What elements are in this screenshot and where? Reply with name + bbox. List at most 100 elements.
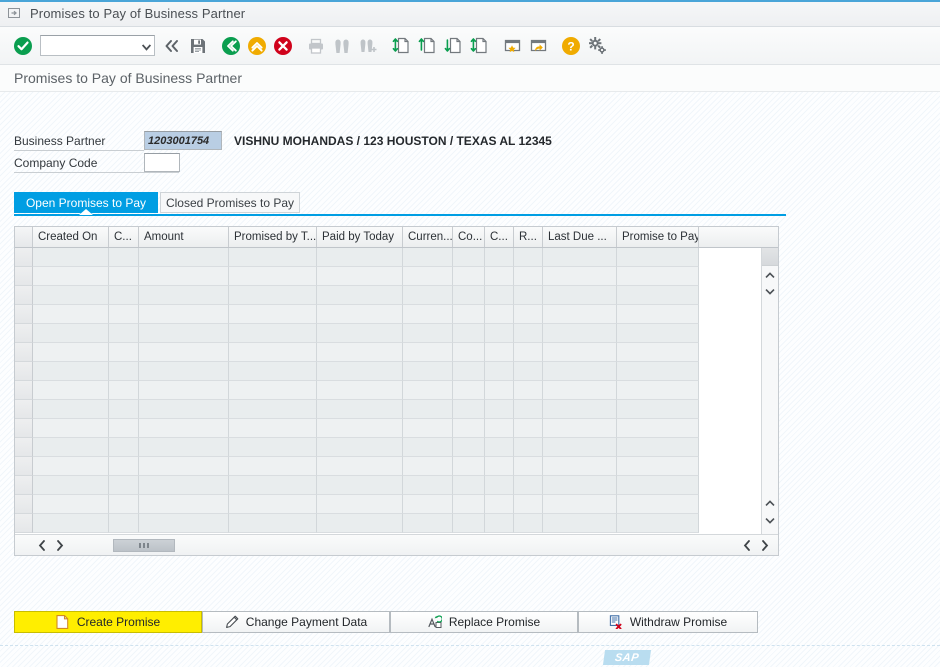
table-cell[interactable]: [229, 419, 317, 438]
table-cell[interactable]: [33, 248, 109, 267]
create-promise-button[interactable]: Create Promise: [14, 611, 202, 633]
back-arrows-icon[interactable]: [159, 33, 185, 59]
table-cell[interactable]: [485, 419, 514, 438]
table-cell[interactable]: [33, 419, 109, 438]
row-selector-cell[interactable]: [15, 305, 33, 324]
table-cell[interactable]: [109, 514, 139, 533]
table-cell[interactable]: [229, 286, 317, 305]
table-cell[interactable]: [229, 476, 317, 495]
table-row[interactable]: [15, 305, 778, 324]
table-cell[interactable]: [317, 476, 403, 495]
help-icon[interactable]: ?: [558, 33, 584, 59]
withdraw-promise-button[interactable]: Withdraw Promise: [578, 611, 758, 633]
table-cell[interactable]: [543, 457, 617, 476]
column-header-last-due[interactable]: Last Due ...: [543, 227, 617, 247]
table-cell[interactable]: [514, 514, 543, 533]
table-cell[interactable]: [485, 343, 514, 362]
horizontal-scrollbar-track[interactable]: [71, 538, 736, 552]
table-cell[interactable]: [403, 400, 453, 419]
table-cell[interactable]: [33, 362, 109, 381]
table-cell[interactable]: [139, 248, 229, 267]
table-cell[interactable]: [139, 305, 229, 324]
command-input[interactable]: [40, 35, 155, 56]
table-cell[interactable]: [317, 305, 403, 324]
table-cell[interactable]: [109, 324, 139, 343]
row-selector-cell[interactable]: [15, 343, 33, 362]
enter-check-icon[interactable]: [10, 33, 36, 59]
table-cell[interactable]: [403, 286, 453, 305]
table-cell[interactable]: [109, 438, 139, 457]
table-cell[interactable]: [617, 286, 699, 305]
column-header-paid-by-today[interactable]: Paid by Today: [317, 227, 403, 247]
table-cell[interactable]: [229, 457, 317, 476]
table-cell[interactable]: [453, 305, 485, 324]
horizontal-scrollbar-thumb[interactable]: [113, 538, 175, 552]
table-cell[interactable]: [109, 286, 139, 305]
table-row[interactable]: [15, 343, 778, 362]
table-cell[interactable]: [453, 324, 485, 343]
customize-local-layout-icon[interactable]: [584, 33, 610, 59]
chevron-right-icon-end[interactable]: [756, 537, 774, 554]
table-horizontal-scrollbar[interactable]: [15, 534, 778, 555]
table-cell[interactable]: [514, 362, 543, 381]
table-cell[interactable]: [33, 286, 109, 305]
table-cell[interactable]: [514, 495, 543, 514]
table-cell[interactable]: [33, 305, 109, 324]
row-selector-cell[interactable]: [15, 267, 33, 286]
table-cell[interactable]: [109, 267, 139, 286]
table-cell[interactable]: [485, 324, 514, 343]
table-cell[interactable]: [139, 419, 229, 438]
create-session-icon[interactable]: [499, 33, 525, 59]
table-cell[interactable]: [33, 381, 109, 400]
table-row[interactable]: [15, 438, 778, 457]
table-cell[interactable]: [514, 343, 543, 362]
table-cell[interactable]: [109, 343, 139, 362]
table-cell[interactable]: [317, 248, 403, 267]
row-selector-cell[interactable]: [15, 248, 33, 267]
table-cell[interactable]: [229, 400, 317, 419]
table-cell[interactable]: [229, 343, 317, 362]
row-selector-cell[interactable]: [15, 419, 33, 438]
table-cell[interactable]: [453, 267, 485, 286]
back-green-icon[interactable]: [218, 33, 244, 59]
table-cell[interactable]: [617, 457, 699, 476]
column-header-amount[interactable]: Amount: [139, 227, 229, 247]
row-selector-cell[interactable]: [15, 324, 33, 343]
table-cell[interactable]: [485, 267, 514, 286]
table-row[interactable]: [15, 400, 778, 419]
column-header-promised-by-today[interactable]: Promised by T...: [229, 227, 317, 247]
row-selector-cell[interactable]: [15, 476, 33, 495]
table-cell[interactable]: [109, 495, 139, 514]
chevron-up-icon[interactable]: [762, 268, 778, 283]
table-cell[interactable]: [617, 495, 699, 514]
table-cell[interactable]: [229, 381, 317, 400]
row-selector-cell[interactable]: [15, 286, 33, 305]
table-cell[interactable]: [514, 286, 543, 305]
table-cell[interactable]: [617, 381, 699, 400]
table-row[interactable]: [15, 495, 778, 514]
table-cell[interactable]: [514, 419, 543, 438]
previous-page-icon[interactable]: [414, 33, 440, 59]
row-selector-cell[interactable]: [15, 438, 33, 457]
row-selector-cell[interactable]: [15, 514, 33, 533]
table-cell[interactable]: [33, 400, 109, 419]
table-cell[interactable]: [229, 514, 317, 533]
table-cell[interactable]: [514, 400, 543, 419]
table-cell[interactable]: [543, 495, 617, 514]
table-cell[interactable]: [229, 495, 317, 514]
table-row[interactable]: [15, 286, 778, 305]
table-cell[interactable]: [543, 476, 617, 495]
table-cell[interactable]: [109, 381, 139, 400]
table-cell[interactable]: [139, 514, 229, 533]
tab-closed-promises-to-pay[interactable]: Closed Promises to Pay: [160, 192, 300, 213]
table-cell[interactable]: [485, 514, 514, 533]
table-cell[interactable]: [403, 362, 453, 381]
column-header-promise-to-pay[interactable]: Promise to Pay: [617, 227, 699, 247]
table-cell[interactable]: [403, 419, 453, 438]
table-cell[interactable]: [33, 324, 109, 343]
table-cell[interactable]: [109, 476, 139, 495]
table-cell[interactable]: [139, 324, 229, 343]
table-cell[interactable]: [617, 267, 699, 286]
table-cell[interactable]: [453, 362, 485, 381]
table-cell[interactable]: [317, 286, 403, 305]
